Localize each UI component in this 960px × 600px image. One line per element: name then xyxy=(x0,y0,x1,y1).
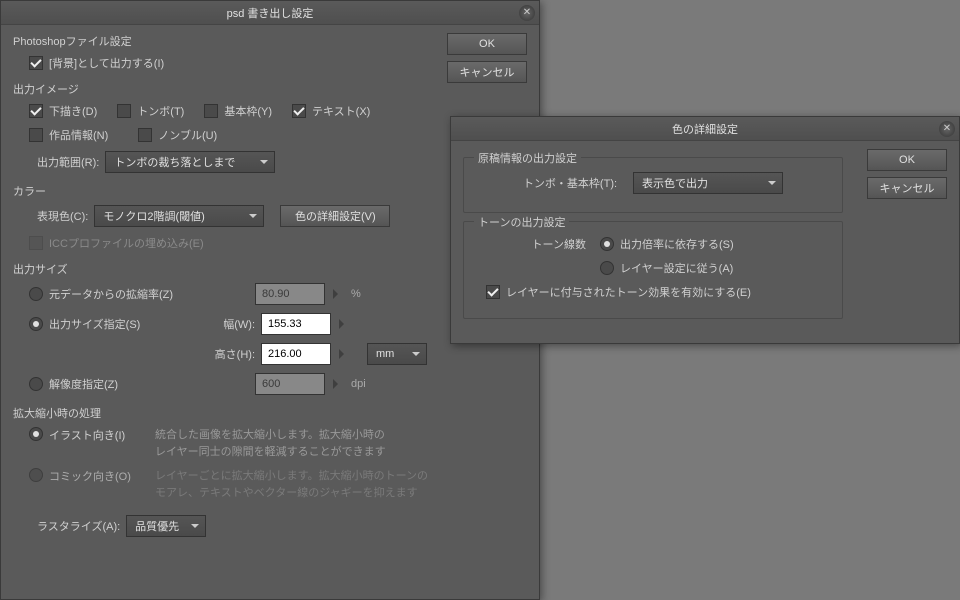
stepper-icon[interactable] xyxy=(337,313,351,335)
noble-checkbox[interactable] xyxy=(138,128,152,142)
trim-frame-value: 表示色で出力 xyxy=(642,175,708,191)
frame-checkbox[interactable] xyxy=(204,104,218,118)
bg-output-label: [背景]として出力する(I) xyxy=(49,55,164,71)
draft-label: 下描き(D) xyxy=(49,103,97,119)
follow-layer-radio[interactable] xyxy=(600,261,614,275)
follow-layer-label: レイヤー設定に従う(A) xyxy=(620,260,733,276)
express-color-value: モノクロ2階調(閾値) xyxy=(103,208,204,224)
depend-ratio-radio[interactable] xyxy=(600,237,614,251)
output-range-select[interactable]: トンボの裁ち落としまで xyxy=(105,151,275,173)
unit-select[interactable]: mm xyxy=(367,343,427,365)
express-color-select[interactable]: モノクロ2階調(閾値) xyxy=(94,205,264,227)
dialog-content: OK キャンセル 原稿情報の出力設定 トンボ・基本枠(T): 表示色で出力 トー… xyxy=(451,141,959,335)
trim-frame-select[interactable]: 表示色で出力 xyxy=(633,172,783,194)
rasterize-value: 品質優先 xyxy=(135,518,179,534)
rasterize-select[interactable]: 品質優先 xyxy=(126,515,206,537)
tone-legend: トーンの出力設定 xyxy=(474,214,569,230)
enable-tone-checkbox[interactable] xyxy=(486,285,500,299)
resolution-radio[interactable] xyxy=(29,377,43,391)
comic-radio[interactable] xyxy=(29,468,43,482)
from-data-input xyxy=(255,283,325,305)
workinfo-label: 作品情報(N) xyxy=(49,127,108,143)
resolution-input xyxy=(255,373,325,395)
stepper-icon[interactable] xyxy=(337,343,351,365)
enable-tone-label: レイヤーに付与されたトーン効果を有効にする(E) xyxy=(506,284,751,300)
output-range-value: トンボの裁ち落としまで xyxy=(114,154,235,170)
frame-label: 基本枠(Y) xyxy=(224,103,272,119)
height-input[interactable] xyxy=(261,343,331,365)
height-field-label: 高さ(H): xyxy=(213,346,255,362)
cancel-button[interactable]: キャンセル xyxy=(867,177,947,199)
tone-line-label: トーン線数 xyxy=(516,236,586,252)
from-data-radio[interactable] xyxy=(29,287,43,301)
text-checkbox[interactable] xyxy=(292,104,306,118)
illust-radio[interactable] xyxy=(29,427,43,441)
ok-button[interactable]: OK xyxy=(867,149,947,171)
dialog-title: psd 書き出し設定 xyxy=(227,5,314,21)
color-detail-button[interactable]: 色の詳細設定(V) xyxy=(280,205,390,227)
output-range-label: 出力範囲(R): xyxy=(37,154,99,170)
depend-ratio-label: 出力倍率に依存する(S) xyxy=(620,236,734,252)
button-panel: OK キャンセル xyxy=(447,33,527,83)
output-image-label: 出力イメージ xyxy=(13,81,527,97)
resize-proc-label: 拡大縮小時の処理 xyxy=(13,405,527,421)
titlebar[interactable]: 色の詳細設定 ✕ xyxy=(451,117,959,141)
icc-checkbox xyxy=(29,236,43,250)
ok-button[interactable]: OK xyxy=(447,33,527,55)
tone-fieldset: トーンの出力設定 トーン線数 出力倍率に依存する(S) レイヤー設定に従う(A)… xyxy=(463,221,843,319)
dpi-label: dpi xyxy=(351,378,381,390)
stepper-icon xyxy=(331,283,345,305)
titlebar[interactable]: psd 書き出し設定 ✕ xyxy=(1,1,539,25)
size-spec-label: 出力サイズ指定(S) xyxy=(49,316,207,332)
express-color-label: 表現色(C): xyxy=(37,208,88,224)
orig-info-legend: 原稿情報の出力設定 xyxy=(474,150,581,166)
noble-label: ノンブル(U) xyxy=(158,127,217,143)
percent-label: % xyxy=(351,288,381,300)
illust-desc: 統合した画像を拡大縮小します。拡大縮小時の レイヤー同士の隙間を軽減することがで… xyxy=(155,427,386,460)
close-icon[interactable]: ✕ xyxy=(939,121,955,137)
draft-checkbox[interactable] xyxy=(29,104,43,118)
trim-label: トンボ(T) xyxy=(137,103,184,119)
from-data-label: 元データからの拡縮率(Z) xyxy=(49,286,249,302)
workinfo-checkbox[interactable] xyxy=(29,128,43,142)
trim-frame-label: トンボ・基本枠(T): xyxy=(523,175,617,191)
bg-output-checkbox[interactable] xyxy=(29,56,43,70)
trim-checkbox[interactable] xyxy=(117,104,131,118)
size-spec-radio[interactable] xyxy=(29,317,43,331)
rasterize-label: ラスタライズ(A): xyxy=(37,518,120,534)
unit-value: mm xyxy=(376,348,394,360)
resolution-label: 解像度指定(Z) xyxy=(49,376,249,392)
text-label: テキスト(X) xyxy=(312,103,370,119)
close-icon[interactable]: ✕ xyxy=(519,5,535,21)
comic-desc: レイヤーごとに拡大縮小します。拡大縮小時のトーンの モアレ、テキストやベクター線… xyxy=(155,468,428,501)
dialog-title: 色の詳細設定 xyxy=(672,121,738,137)
comic-label: コミック向き(O) xyxy=(49,468,149,484)
cancel-button[interactable]: キャンセル xyxy=(447,61,527,83)
color-detail-dialog: 色の詳細設定 ✕ OK キャンセル 原稿情報の出力設定 トンボ・基本枠(T): … xyxy=(450,116,960,344)
width-input[interactable] xyxy=(261,313,331,335)
stepper-icon xyxy=(331,373,345,395)
illust-label: イラスト向き(I) xyxy=(49,427,149,443)
orig-info-fieldset: 原稿情報の出力設定 トンボ・基本枠(T): 表示色で出力 xyxy=(463,157,843,213)
icc-label: ICCプロファイルの埋め込み(E) xyxy=(49,235,204,251)
button-panel: OK キャンセル xyxy=(867,149,947,199)
width-field-label: 幅(W): xyxy=(213,316,255,332)
